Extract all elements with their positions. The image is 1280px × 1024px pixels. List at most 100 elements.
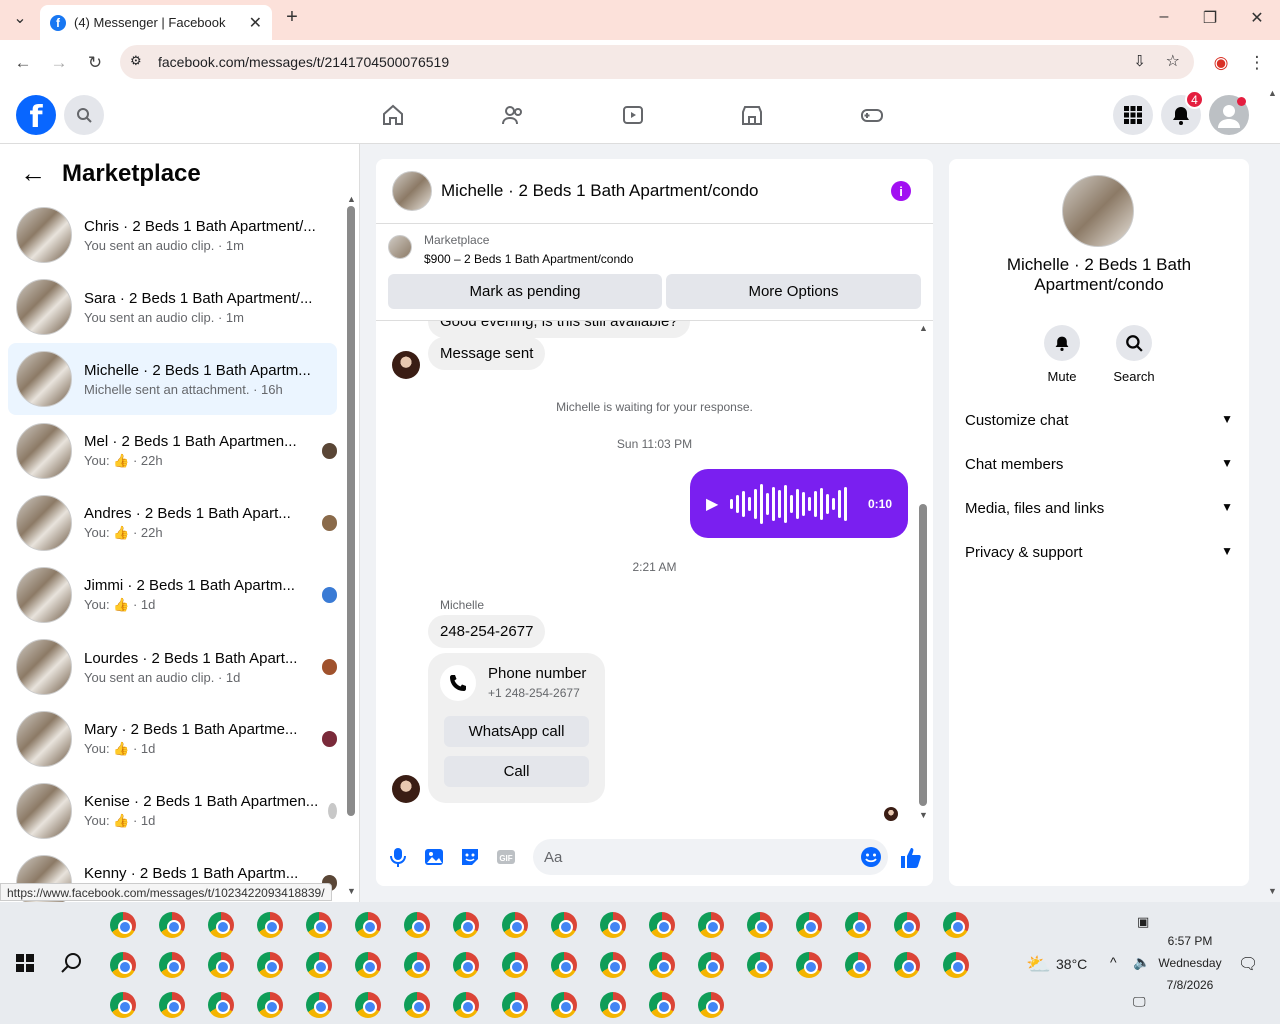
taskbar-app-icon[interactable] (747, 912, 773, 938)
microphone-icon[interactable] (387, 846, 409, 868)
reload-icon[interactable]: ↻ (84, 53, 106, 73)
taskbar-app-icon[interactable] (551, 912, 577, 938)
info-icon[interactable]: i (891, 181, 911, 201)
tray-chevron-icon[interactable]: ^ (1110, 954, 1117, 970)
conversation-avatar[interactable] (392, 171, 432, 211)
taskbar-app-icon[interactable] (845, 912, 871, 938)
url-field[interactable]: ⚙ facebook.com/messages/t/21417045000765… (120, 45, 1194, 79)
taskbar-app-icon[interactable] (404, 952, 430, 978)
privacy-support-row[interactable]: Privacy & support ▼ (965, 544, 1233, 561)
customize-chat-row[interactable]: Customize chat ▼ (965, 412, 1233, 429)
chat-list-item[interactable]: Kenise · 2 Beds 1 Bath Apartmen... You: 👍… (8, 775, 337, 847)
scroll-up-icon[interactable]: ▲ (919, 323, 928, 333)
page-scroll-down-icon[interactable]: ▼ (1268, 886, 1277, 896)
sticker-icon[interactable] (459, 846, 481, 868)
listing-title[interactable]: $900 – 2 Beds 1 Bath Apartment/condo (424, 252, 633, 266)
gaming-icon[interactable] (860, 103, 884, 127)
taskbar-app-icon[interactable] (698, 992, 724, 1018)
taskbar-app-icon[interactable] (355, 992, 381, 1018)
bookmark-star-icon[interactable]: ☆ (1166, 51, 1180, 71)
page-scroll-up-icon[interactable]: ▲ (1268, 88, 1277, 98)
scroll-down-icon[interactable]: ▼ (919, 810, 928, 820)
taskbar-app-icon[interactable] (698, 952, 724, 978)
taskbar-search-icon[interactable] (61, 952, 83, 974)
scroll-down-icon[interactable]: ▼ (347, 886, 356, 896)
taskbar-app-icon[interactable] (845, 952, 871, 978)
emoji-icon[interactable] (860, 846, 882, 868)
chat-members-row[interactable]: Chat members ▼ (965, 456, 1233, 473)
back-icon[interactable]: ← (12, 53, 34, 73)
taskbar-app-icon[interactable] (208, 952, 234, 978)
taskbar-app-icon[interactable] (306, 912, 332, 938)
taskbar-app-icon[interactable] (110, 912, 136, 938)
conversation-header[interactable]: Michelle · 2 Beds 1 Bath Apartment/condo… (376, 159, 933, 224)
taskbar-app-icon[interactable] (453, 912, 479, 938)
taskbar-app-icon[interactable] (551, 952, 577, 978)
taskbar-app-icon[interactable] (502, 952, 528, 978)
search-action[interactable]: Search (1104, 325, 1164, 384)
site-info-icon[interactable]: ⚙ (130, 53, 142, 69)
new-tab-icon[interactable]: + (280, 6, 304, 29)
profile-avatar[interactable] (1062, 175, 1134, 247)
facebook-logo-icon[interactable]: f (16, 95, 56, 135)
taskbar-app-icon[interactable] (306, 992, 332, 1018)
taskbar-app-icon[interactable] (110, 992, 136, 1018)
taskbar-app-icon[interactable] (159, 992, 185, 1018)
bell-icon[interactable] (1044, 325, 1080, 361)
mark-as-pending-button[interactable]: Mark as pending (388, 274, 662, 309)
close-tab-icon[interactable]: ✕ (249, 13, 262, 33)
taskbar-app-icon[interactable] (698, 912, 724, 938)
notification-center-icon[interactable]: 🗨 (1238, 954, 1258, 974)
chat-list-item[interactable]: Jimmi · 2 Beds 1 Bath Apartm... You: 👍 · … (8, 559, 337, 631)
conversation-title[interactable]: Michelle · 2 Beds 1 Bath Apartment/condo (441, 181, 759, 201)
taskbar-app-icon[interactable] (453, 952, 479, 978)
temperature[interactable]: 38°C (1056, 956, 1087, 972)
taskbar-app-icon[interactable] (257, 952, 283, 978)
browser-tab[interactable]: f (4) Messenger | Facebook ✕ (40, 5, 272, 40)
more-options-button[interactable]: More Options (666, 274, 921, 309)
close-window-icon[interactable]: ✕ (1245, 8, 1269, 28)
taskbar-app-icon[interactable] (404, 992, 430, 1018)
taskbar-app-icon[interactable] (894, 912, 920, 938)
taskbar-app-icon[interactable] (600, 992, 626, 1018)
taskbar-app-icon[interactable] (796, 912, 822, 938)
restore-icon[interactable]: ❐ (1198, 8, 1222, 28)
taskbar-app-icon[interactable] (453, 992, 479, 1018)
taskbar-app-icon[interactable] (943, 912, 969, 938)
scroll-up-icon[interactable]: ▲ (347, 194, 356, 204)
gif-icon[interactable]: GIF (495, 846, 517, 868)
taskbar-app-icon[interactable] (600, 952, 626, 978)
network-icon[interactable]: 🖵 (1133, 994, 1146, 1010)
media-files-links-row[interactable]: Media, files and links ▼ (965, 500, 1233, 517)
search-icon[interactable] (64, 95, 104, 135)
taskbar-app-icon[interactable] (110, 952, 136, 978)
taskbar-app-icon[interactable] (208, 992, 234, 1018)
taskbar-app-icon[interactable] (649, 912, 675, 938)
taskbar-app-icon[interactable] (796, 952, 822, 978)
tab-search-icon[interactable]: ⌄ (8, 8, 32, 28)
home-icon[interactable] (381, 103, 405, 127)
photo-icon[interactable] (423, 846, 445, 868)
chat-list-item[interactable]: Andres · 2 Beds 1 Bath Apart... You: 👍 · … (8, 487, 337, 559)
taskbar-app-icon[interactable] (159, 952, 185, 978)
taskbar-app-icon[interactable] (159, 912, 185, 938)
chat-list-item[interactable]: Sara · 2 Beds 1 Bath Apartment/... You se… (8, 271, 337, 343)
chat-list-item[interactable]: Chris · 2 Beds 1 Bath Apartment/... You s… (8, 199, 337, 271)
taskbar-app-icon[interactable] (747, 952, 773, 978)
play-icon[interactable]: ▶ (706, 494, 718, 514)
taskbar-app-icon[interactable] (355, 912, 381, 938)
chat-list-item[interactable]: Mary · 2 Beds 1 Bath Apartme... You: 👍 · … (8, 703, 337, 775)
listing-thumbnail[interactable] (388, 235, 412, 259)
chat-list-scrollbar[interactable] (347, 206, 355, 816)
weather-icon[interactable]: ⛅ (1026, 952, 1051, 977)
taskbar-app-icon[interactable] (943, 952, 969, 978)
install-app-icon[interactable]: ⇩ (1133, 52, 1146, 70)
menu-kebab-icon[interactable]: ⋮ (1246, 53, 1268, 73)
like-thumb-icon[interactable] (899, 846, 923, 870)
meet-now-icon[interactable]: ▣ (1137, 914, 1149, 930)
chat-list-item[interactable]: Lourdes · 2 Beds 1 Bath Apart... You sent… (8, 631, 337, 703)
taskbar-app-icon[interactable] (502, 992, 528, 1018)
back-arrow-icon[interactable]: ← (20, 158, 46, 189)
profile-icon[interactable]: ◉ (1210, 53, 1232, 73)
taskbar-app-icon[interactable] (600, 912, 626, 938)
